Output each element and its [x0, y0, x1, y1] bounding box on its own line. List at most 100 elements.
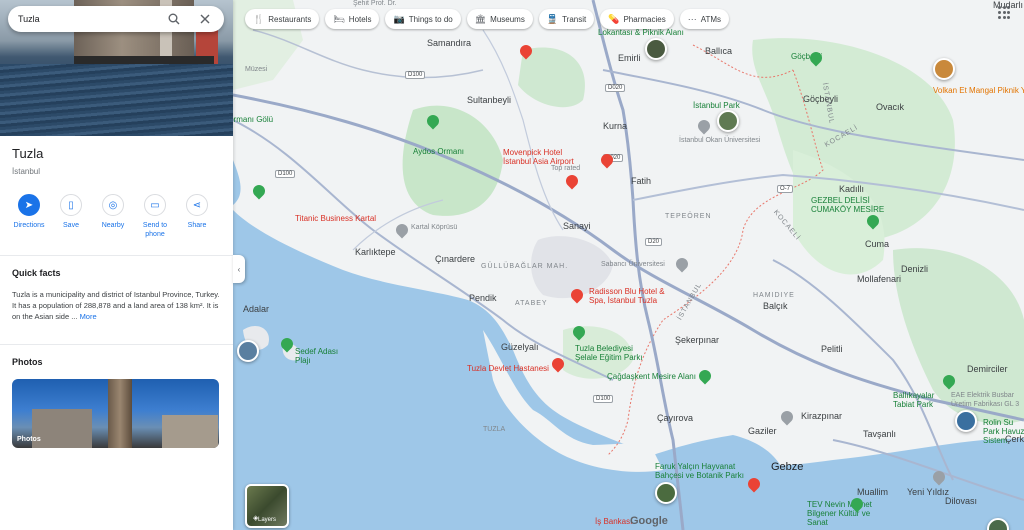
- restaurant-icon: 🍴: [253, 13, 265, 24]
- map-label: Kadıllı: [839, 184, 865, 194]
- photo-pin[interactable]: [237, 340, 259, 362]
- map-label: Sedef Adası Plajı: [295, 347, 339, 365]
- map-label: Top rated: [551, 165, 581, 172]
- send-to-phone-button[interactable]: ▭ Send to phone: [134, 194, 176, 255]
- photo-card[interactable]: Photos: [12, 379, 219, 448]
- chip-atms[interactable]: ⋯ ATMs: [679, 9, 729, 29]
- map-label: Çerk: [1005, 434, 1024, 444]
- hero-image-sea: [0, 64, 233, 136]
- map-label: Denizli: [901, 264, 929, 274]
- save-button[interactable]: ▯ Save: [50, 194, 92, 255]
- photo-image-building: [162, 415, 218, 448]
- map-label: Gaziler: [748, 426, 777, 436]
- chip-label: ATMs: [700, 14, 721, 24]
- chip-transit[interactable]: 🚆 Transit: [538, 9, 595, 29]
- photo-card-label: Photos: [17, 436, 41, 443]
- map-label: ATABEY: [515, 300, 548, 307]
- map-label: Sanayi: [563, 221, 591, 231]
- chip-label: Pharmacies: [623, 14, 666, 24]
- map-label: Müzesi: [245, 66, 268, 73]
- map-label: Kurna: [603, 121, 628, 131]
- quick-facts-body: Tuzla is a municipality and district of …: [12, 290, 220, 321]
- map-label: Dilovası: [945, 496, 978, 506]
- nearby-button[interactable]: ◎ Nearby: [92, 194, 134, 255]
- photo-pin[interactable]: [645, 38, 667, 60]
- map-label: Samandıra: [427, 38, 472, 48]
- directions-button[interactable]: ➤ Directions: [8, 194, 50, 255]
- map-label: İş Bankası: [595, 517, 633, 526]
- action-buttons: ➤ Directions ▯ Save ◎ Nearby ▭ Send to p…: [0, 186, 233, 256]
- map-label: TUZLA: [483, 426, 506, 433]
- map-label: Yeni Yıldız: [907, 487, 950, 497]
- route-shield: O-7: [777, 185, 794, 193]
- map-label: Radisson Blu Hotel & Spa, İstanbul Tuzla: [589, 287, 665, 305]
- photo-pin[interactable]: [717, 110, 739, 132]
- photo-image-tower: [108, 379, 132, 448]
- route-shield: D100: [275, 170, 296, 178]
- chip-museums[interactable]: 🏛 Museums: [466, 9, 533, 29]
- layers-button[interactable]: ◈ Layers: [245, 484, 289, 528]
- more-link[interactable]: More: [80, 312, 97, 321]
- divider: [189, 11, 190, 27]
- map-label: Mollafenari: [857, 274, 902, 284]
- chip-label: Museums: [490, 14, 525, 24]
- chip-label: Transit: [562, 14, 587, 24]
- route-shield: D100: [405, 71, 426, 79]
- share-icon: ⋖: [186, 194, 208, 216]
- hero-photo[interactable]: [0, 0, 233, 136]
- map-label: Movenpick Hotel İstanbul Asia Airport: [503, 148, 574, 166]
- map-label: Balçık: [763, 301, 788, 311]
- search-input[interactable]: [18, 14, 165, 24]
- camera-icon: 📷: [393, 13, 405, 24]
- map-label: Emirli: [618, 53, 641, 63]
- chip-things-to-do[interactable]: 📷 Things to do: [385, 9, 461, 29]
- route-shield: D020: [605, 84, 626, 92]
- map-label: Gebze: [771, 461, 804, 473]
- pharmacy-icon: 💊: [608, 13, 620, 24]
- close-icon[interactable]: [196, 10, 214, 28]
- chip-restaurants[interactable]: 🍴 Restaurants: [245, 9, 320, 29]
- map-label: Şehit Prof. Dr.: [353, 0, 397, 7]
- map-label: Ovacık: [876, 102, 905, 112]
- directions-icon: ➤: [18, 194, 40, 216]
- maps-app: D100 D020 D020 D100 D100 O-7 D20 Şehit P…: [0, 0, 1024, 530]
- chip-pharmacies[interactable]: 💊 Pharmacies: [600, 9, 674, 29]
- bookmark-icon: ▯: [60, 194, 82, 216]
- place-panel: Tuzla İstanbul ➤ Directions ▯ Save ◎ Nea…: [0, 0, 233, 530]
- map-label: Çınardere: [435, 254, 476, 264]
- photos-section: Photos Photos: [0, 345, 233, 448]
- photo-pin[interactable]: [955, 410, 977, 432]
- action-label: Nearby: [101, 222, 125, 229]
- map-label: Çayırova: [657, 413, 694, 423]
- photo-image-building: [32, 409, 92, 448]
- map-label: Ballıca: [705, 46, 733, 56]
- hotel-icon: 🛏: [333, 13, 345, 24]
- search-box: [8, 6, 224, 32]
- photo-pin[interactable]: [655, 482, 677, 504]
- map-canvas[interactable]: D100 D020 D020 D100 D100 O-7 D20 Şehit P…: [233, 0, 1024, 530]
- layers-label: Layers: [257, 517, 276, 523]
- place-header: Tuzla İstanbul: [0, 136, 233, 186]
- share-button[interactable]: ⋖ Share: [176, 194, 218, 255]
- category-chips: 🍴 Restaurants 🛏 Hotels 📷 Things to do 🏛 Muse…: [245, 9, 729, 29]
- map-label: İstanbul Okan Üniversitesi: [679, 137, 761, 144]
- map-label: Aydos Ormanı: [413, 147, 464, 156]
- collapse-panel-button[interactable]: ‹: [233, 255, 245, 283]
- search-icon[interactable]: [165, 10, 183, 28]
- map-label: Ballıkayalar Tabiat Park: [893, 391, 935, 409]
- photo-pin[interactable]: [933, 58, 955, 80]
- hero-image-detail: [74, 56, 214, 64]
- map-label: Fatih: [631, 176, 652, 186]
- action-label: Save: [63, 222, 79, 229]
- apps-grid-icon[interactable]: [998, 6, 1012, 20]
- phone-icon: ▭: [144, 194, 166, 216]
- chip-hotels[interactable]: 🛏 Hotels: [325, 9, 380, 29]
- map-label: Muallim: [857, 487, 889, 497]
- map-label: Şekerpınar: [675, 335, 720, 345]
- page-title: Tuzla: [12, 146, 44, 161]
- map-label: Volkan Et Mangal Piknik Yeri: [933, 86, 1024, 95]
- chevron-left-icon: ‹: [237, 264, 241, 274]
- map-label: TEPEÖREN: [665, 213, 712, 220]
- map-label: Göçbeyli: [803, 94, 839, 104]
- route-shield: D100: [593, 395, 614, 403]
